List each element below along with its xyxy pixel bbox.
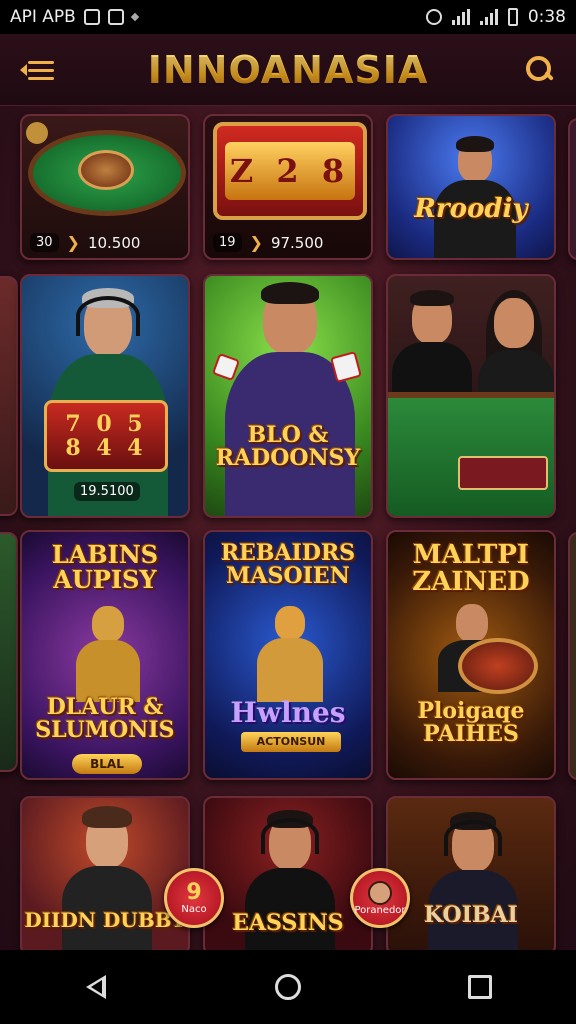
wifi-icon xyxy=(451,9,470,25)
game-tile-rebaidrs-masoien[interactable]: REBAIDRS MASOIEN Hwlnes ACTONSUN xyxy=(203,530,373,780)
badge-label: Naco xyxy=(181,903,207,915)
chevron-right-icon: ❯ xyxy=(249,233,263,252)
tile-title-bottom: DLAUR & SLUMONIS xyxy=(35,694,175,744)
price-badge: 19 xyxy=(213,233,242,252)
tile-title-bottom: Ploigaqe PAIHES xyxy=(417,698,525,748)
game-tile-diidn-dubby[interactable]: DIIDN DUBBY xyxy=(20,796,190,950)
card-table-graphic xyxy=(388,392,554,516)
slot-machine-graphic: Z 2 8 xyxy=(213,122,367,220)
price-value: 97.500 xyxy=(270,233,324,252)
host-figure xyxy=(225,280,355,516)
price-badge: 30 xyxy=(30,233,59,252)
game-tile-roulette-table[interactable]: 30 ❯ 10.500 xyxy=(20,114,190,260)
warrior-figure xyxy=(245,602,335,702)
edge-tile-right-2[interactable] xyxy=(568,532,576,780)
system-nav-bar xyxy=(0,950,576,1024)
roulette-wheel-graphic xyxy=(458,638,538,694)
game-tile-labins-aupisy[interactable]: LABINS AUPISY DLAUR & SLUMONIS BLAL xyxy=(20,530,190,780)
badge-glyph: 9 xyxy=(186,879,202,905)
tile-title: BLO & RADOONSY xyxy=(215,422,361,472)
host-figure xyxy=(428,808,518,950)
tile-ribbon: ACTONSUN xyxy=(241,732,341,752)
game-grid: 30 ❯ 10.500 Z 2 8 19 ❯ 97.500 Rroodiy 7 … xyxy=(0,106,576,950)
reel-row: 8 4 4 xyxy=(65,435,147,461)
gallery-icon xyxy=(107,9,124,25)
tile-title-bottom: KOIBAI xyxy=(424,902,518,928)
status-right: 0:38 xyxy=(425,7,566,27)
roulette-wheel-graphic xyxy=(78,150,134,190)
carrier-text: API APB xyxy=(10,7,76,27)
floating-badge-button-1[interactable]: 9 Naco xyxy=(164,868,224,928)
tile-ribbon: BLAL xyxy=(72,754,142,774)
slot-reels: Z 2 8 xyxy=(225,142,355,200)
search-icon[interactable] xyxy=(522,53,556,87)
dot-icon xyxy=(130,12,140,22)
price-value: 19.5100 xyxy=(74,482,140,501)
tile-title-top: LABINS AUPISY xyxy=(51,540,159,595)
game-tile-slot-host[interactable]: 7 0 5 8 4 4 19.5100 xyxy=(20,274,190,518)
game-tile-eassins[interactable]: EASSINS xyxy=(203,796,373,950)
status-left: API APB xyxy=(10,7,426,27)
clock-text: 0:38 xyxy=(527,7,566,27)
game-tile-blo-radoonsy[interactable]: BLO & RADOONSY xyxy=(203,274,373,518)
tile-title: Rroodiy xyxy=(414,194,528,224)
app-title: INNOANASIA xyxy=(147,47,429,92)
tile-title-bottom: EASSINS xyxy=(232,910,344,936)
edge-tile-left-2[interactable] xyxy=(0,532,18,772)
avatar-icon xyxy=(368,880,392,905)
slot-machine-graphic: 7 0 5 8 4 4 xyxy=(44,400,168,472)
dice-icon xyxy=(330,351,362,383)
game-tile-koibai[interactable]: KOIBAI xyxy=(386,796,556,950)
price-bar: 30 ❯ 10.500 xyxy=(30,233,140,252)
price-value: 10.500 xyxy=(87,233,141,252)
home-icon xyxy=(275,974,301,1000)
home-button[interactable] xyxy=(258,957,318,1017)
cell-signal-icon xyxy=(479,9,498,25)
price-bar: 19 ❯ 97.500 xyxy=(213,233,323,252)
game-tile-rroodiy[interactable]: Rroodiy xyxy=(386,114,556,260)
battery-icon xyxy=(507,8,518,26)
edge-tile-left-1[interactable] xyxy=(0,276,18,516)
tile-title-top: MALTPI ZAINED xyxy=(412,540,530,598)
reel-row: 7 0 5 xyxy=(65,410,147,437)
chevron-right-icon: ❯ xyxy=(66,233,80,252)
edge-tile-right-1[interactable] xyxy=(568,118,576,260)
back-button[interactable] xyxy=(66,957,126,1017)
tile-title-bottom: Hwlnes xyxy=(230,696,346,729)
warrior-figure xyxy=(66,602,150,702)
tile-title-top: REBAIDRS MASOIEN xyxy=(220,540,356,590)
game-tile-live-table[interactable] xyxy=(386,274,556,518)
notification-icon xyxy=(83,9,100,25)
app-header: INNOANASIA xyxy=(0,34,576,106)
sync-icon xyxy=(425,9,442,25)
recents-button[interactable] xyxy=(450,957,510,1017)
back-icon xyxy=(86,975,106,999)
chip-stack-icon xyxy=(26,122,48,144)
menu-icon[interactable] xyxy=(20,57,54,83)
game-tile-maltpi-zained[interactable]: MALTPI ZAINED Ploigaqe PAIHES xyxy=(386,530,556,780)
tile-title-bottom: DIIDN DUBBY xyxy=(24,908,186,932)
recents-icon xyxy=(468,975,492,999)
floating-badge-button-2[interactable]: Poranedor xyxy=(350,868,410,928)
status-bar: API APB 0:38 xyxy=(0,0,576,34)
game-tile-slot-machine[interactable]: Z 2 8 19 ❯ 97.500 xyxy=(203,114,373,260)
badge-label: Poranedor xyxy=(354,904,406,916)
betting-area-graphic xyxy=(458,456,548,490)
